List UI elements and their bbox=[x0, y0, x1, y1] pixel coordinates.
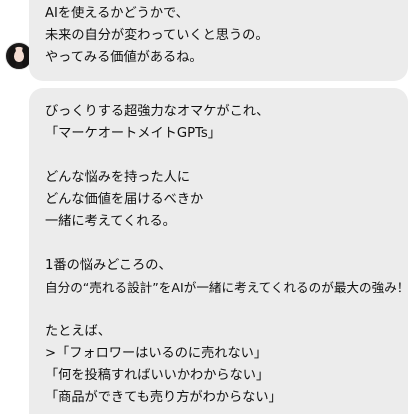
message-line: 1番の悩みどころの、 bbox=[45, 258, 172, 273]
message-line: たとえば、 bbox=[45, 324, 111, 339]
message-line: AIを使えるかどうかで、 bbox=[45, 6, 189, 21]
message-line: 「商品ができても売り方がわからない」 bbox=[45, 390, 282, 405]
chat-thread: AIを使えるかどうかで、 未来の自分が変わっていくと思うの。 やってみる価値があ… bbox=[0, 0, 414, 414]
message-line: 「何を投稿すればいいかわからない」 bbox=[45, 368, 270, 383]
message-line: 「マーケオートメイトGPTs」 bbox=[45, 126, 221, 141]
message-line: >「フォロワーはいるのに売れない」 bbox=[45, 346, 268, 361]
message-line: 自分の“売れる設計”をAIが一緒に考えてくれるのが最大の強み！ bbox=[45, 280, 410, 295]
message-bubble-1: AIを使えるかどうかで、 未来の自分が変わっていくと思うの。 やってみる価値があ… bbox=[29, 0, 408, 81]
message-bubble-2: びっくりする超強力なオマケがこれ、 「マーケオートメイトGPTs」 どんな悩みを… bbox=[29, 88, 410, 414]
message-line: 未来の自分が変わっていくと思うの。 bbox=[45, 28, 269, 43]
message-line: やってみる価値があるね。 bbox=[45, 50, 203, 65]
message-line: びっくりする超強力なオマケがこれ、 bbox=[45, 104, 270, 119]
message-line: 一緒に考えてくれる。 bbox=[45, 214, 176, 229]
avatar-face bbox=[14, 50, 24, 62]
message-line: どんな価値を届けるべきか bbox=[45, 192, 204, 207]
message-line: どんな悩みを持った人に bbox=[45, 170, 191, 185]
